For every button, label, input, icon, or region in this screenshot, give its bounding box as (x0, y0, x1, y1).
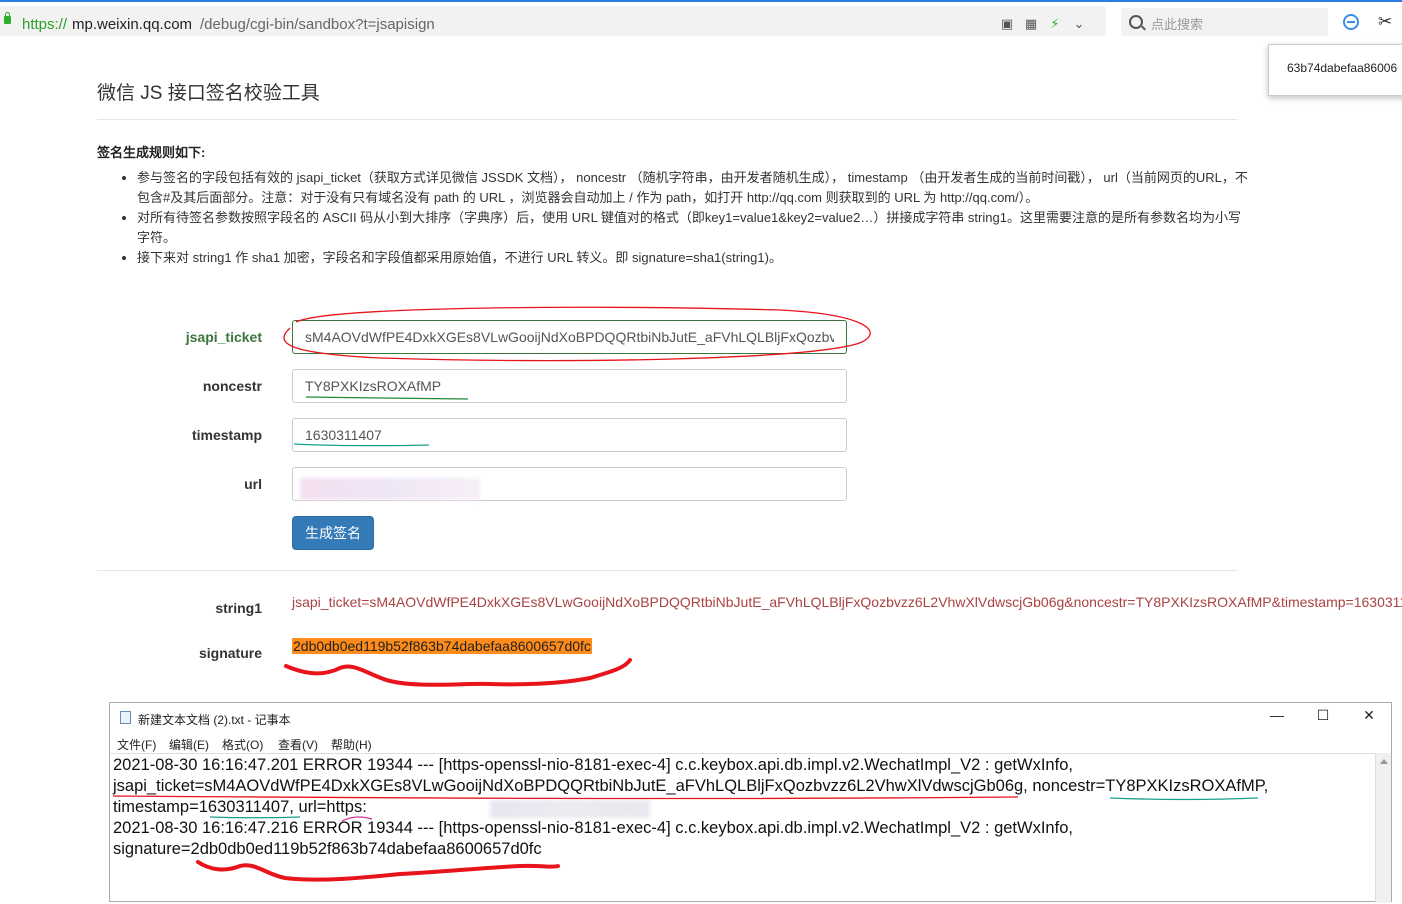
log-line: timestamp=1630311407, url=https: (113, 798, 367, 816)
clipboard-popup: 63b74dabefaa86006 (1268, 44, 1402, 96)
menu-format[interactable]: 格式(O) (222, 736, 263, 753)
notepad-icon (120, 711, 131, 724)
notepad-text-area[interactable]: 2021-08-30 16:16:47.201 ERROR 19344 --- … (110, 753, 1378, 904)
divider (97, 119, 1237, 120)
popup-text: 63b74dabefaa86006 (1287, 61, 1398, 75)
url-label: url (244, 476, 262, 492)
rule-item: 对所有待签名参数按照字段名的 ASCII 码从小到大排序（字典序）后，使用 UR… (137, 208, 1252, 248)
page-title: 微信 JS 接口签名校验工具 (97, 83, 320, 104)
menu-file[interactable]: 文件(F) (117, 736, 156, 753)
string1-label: string1 (215, 600, 262, 616)
minus-circle-icon[interactable] (1343, 14, 1359, 30)
notepad-window: 新建文本文档 (2).txt - 记事本 — ☐ ✕ 文件(F) 编辑(E) 格… (109, 702, 1392, 904)
close-icon[interactable]: ✕ (1354, 707, 1384, 724)
timestamp-label: timestamp (191, 427, 262, 443)
redacted-url (490, 800, 650, 818)
browser-toolbar: https:// mp.weixin.qq.com /debug/cgi-bin… (0, 0, 1402, 40)
timestamp-input[interactable] (292, 418, 847, 452)
jsapi-ticket-label: jsapi_ticket (185, 329, 262, 345)
signature-label: signature (198, 645, 262, 661)
address-bar-icons: ▣ ▦ ⚡ ⌄ (995, 16, 1091, 32)
scissors-icon[interactable]: ✂ (1378, 12, 1392, 32)
url-path: /debug/cgi-bin/sandbox?t=jsapisign (200, 16, 435, 33)
chevron-down-icon[interactable]: ⌄ (1067, 16, 1091, 32)
lightning-icon[interactable]: ⚡ (1043, 16, 1067, 32)
signature-value: 2db0db0ed119b52f863b74dabefaa8600657d0fc (292, 638, 592, 654)
rule-item: 接下来对 string1 作 sha1 加密，字段名和字段值都采用原始值，不进行… (137, 248, 1252, 268)
reader-icon[interactable]: ▣ (995, 16, 1019, 32)
address-bar[interactable]: https:// mp.weixin.qq.com /debug/cgi-bin… (0, 6, 1106, 36)
minimize-icon[interactable]: — (1262, 707, 1292, 723)
url-protocol: https:// (22, 16, 68, 33)
log-line: 2021-08-30 16:16:47.201 ERROR 19344 --- … (113, 756, 1073, 774)
noncestr-label: noncestr (202, 378, 262, 394)
notepad-menubar: 文件(F) 编辑(E) 格式(O) 查看(V) 帮助(H) (110, 733, 1391, 753)
menu-view[interactable]: 查看(V) (278, 736, 318, 753)
log-line: signature=2db0db0ed119b52f863b74dabefaa8… (113, 840, 542, 858)
lock-icon (4, 12, 11, 24)
menu-help[interactable]: 帮助(H) (331, 736, 372, 753)
log-line: 2021-08-30 16:16:47.216 ERROR 19344 --- … (113, 819, 1073, 837)
noncestr-input[interactable] (292, 369, 847, 403)
string1-value: jsapi_ticket=sM4AOVdWfPE4DxkXGEs8VLwGooi… (292, 594, 1402, 610)
notepad-scrollbar[interactable] (1375, 753, 1391, 903)
divider (97, 570, 1237, 571)
notepad-title: 新建文本文档 (2).txt - 记事本 (138, 713, 291, 727)
rule-item: 参与签名的字段包括有效的 jsapi_ticket（获取方式详见微信 JSSDK… (137, 168, 1252, 208)
jsapi-ticket-input[interactable] (292, 320, 847, 354)
menu-edit[interactable]: 编辑(E) (169, 736, 209, 753)
search-input[interactable]: 点此搜索 (1121, 8, 1328, 36)
url-host: mp.weixin.qq.com (72, 16, 193, 33)
maximize-icon[interactable]: ☐ (1308, 707, 1338, 724)
search-placeholder: 点此搜索 (1151, 17, 1204, 32)
log-line: jsapi_ticket=sM4AOVdWfPE4DxkXGEs8VLwGooi… (113, 777, 1269, 795)
redacted-url (300, 478, 480, 500)
red-scribble-annotation (284, 658, 632, 687)
search-icon (1129, 15, 1143, 29)
rules-list: 参与签名的字段包括有效的 jsapi_ticket（获取方式详见微信 JSSDK… (117, 168, 1252, 268)
generate-signature-button[interactable]: 生成签名 (292, 516, 374, 550)
qr-code-icon[interactable]: ▦ (1019, 16, 1043, 32)
rules-heading: 签名生成规则如下: (97, 145, 206, 160)
notepad-titlebar[interactable]: 新建文本文档 (2).txt - 记事本 — ☐ ✕ (110, 703, 1391, 733)
